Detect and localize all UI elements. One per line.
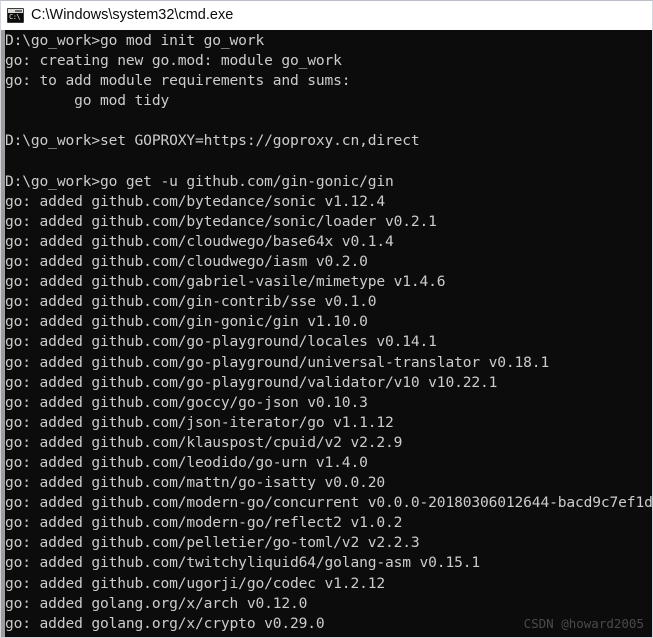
console-line: D:\go_work>go mod init go_work — [5, 32, 265, 49]
console-line: go: added github.com/json-iterator/go v1… — [5, 413, 394, 431]
console-line: go: added github.com/gin-contrib/sse v0.… — [5, 293, 377, 311]
console-line: go: creating new go.mod: module go_work — [5, 52, 342, 70]
console-line: go: added github.com/mattn/go-isatty v0.… — [5, 474, 385, 492]
console-line: go: added github.com/cloudwego/base64x v… — [5, 232, 394, 250]
console-line: D:\go_work>set GOPROXY=https://goproxy.c… — [5, 132, 420, 150]
console-line: go: added github.com/gabriel-vasile/mime… — [5, 273, 446, 291]
console-line: go: added github.com/pelletier/go-toml/v… — [5, 534, 420, 552]
console-line: go: added github.com/leodido/go-urn v1.4… — [5, 453, 368, 471]
cmd-window: C:\ C:\Windows\system32\cmd.exe D:\go_wo… — [0, 0, 653, 638]
console-line: go: added github.com/gin-gonic/gin v1.10… — [5, 313, 368, 331]
console-line: go: added github.com/go-playground/unive… — [5, 353, 550, 371]
console-line: go: added github.com/go-playground/local… — [5, 333, 437, 351]
console-line: go mod tidy — [5, 92, 170, 110]
console-line: go: added github.com/klauspost/cpuid/v2 … — [5, 433, 403, 451]
console-line: go: added golang.org/x/arch v0.12.0 — [5, 594, 308, 612]
window-title: C:\Windows\system32\cmd.exe — [31, 7, 234, 24]
console-line: D:\go_work>go get -u github.com/gin-goni… — [5, 172, 394, 190]
window-titlebar[interactable]: C:\ C:\Windows\system32\cmd.exe — [0, 0, 653, 30]
console-text: D:\go_work>go mod init go_work go: creati… — [5, 31, 652, 637]
console-line: go: to add module requirements and sums: — [5, 72, 351, 90]
console-line: go: added github.com/goccy/go-json v0.10… — [5, 393, 368, 411]
console-line: go: added github.com/ugorji/go/codec v1.… — [5, 574, 385, 592]
watermark-label: CSDN @howard2005 — [523, 616, 644, 631]
cmd-icon-screen: C:\ — [8, 13, 23, 22]
console-line: go: added github.com/modern-go/reflect2 … — [5, 514, 403, 532]
console-line: go: added github.com/bytedance/sonic v1.… — [5, 192, 385, 210]
console-output-area[interactable]: D:\go_work>go mod init go_work go: creati… — [0, 30, 653, 638]
console-line: go: added github.com/bytedance/sonic/loa… — [5, 212, 437, 230]
console-line: go: added github.com/go-playground/valid… — [5, 373, 498, 391]
cmd-console-icon: C:\ — [7, 8, 24, 23]
console-line: go: added github.com/modern-go/concurren… — [5, 494, 653, 512]
console-line: go: added github.com/twitchyliquid64/gol… — [5, 554, 480, 572]
console-line: go: added github.com/cloudwego/iasm v0.2… — [5, 253, 368, 271]
console-line: go: added golang.org/x/net v0.31.0 — [5, 634, 652, 637]
